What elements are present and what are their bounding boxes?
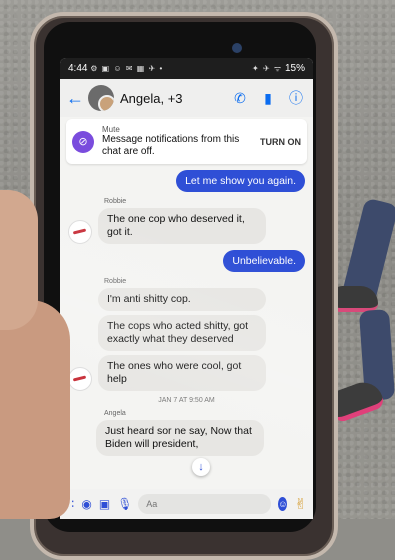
- muted-bell-icon: ⊘: [72, 130, 94, 153]
- signal-icons: ✦ ✈ ᯤ: [252, 64, 283, 73]
- chat-header: ← Angela, +3 ✆ ▮ ⓘ: [60, 79, 313, 117]
- message-input[interactable]: [138, 494, 272, 514]
- quick-reaction-icon[interactable]: ✌: [294, 495, 307, 513]
- back-arrow-icon[interactable]: ←: [66, 88, 84, 109]
- hand-thumb: [0, 300, 70, 519]
- incoming-message[interactable]: The ones who were cool, got help: [98, 355, 266, 391]
- mute-banner: ⊘ Mute Message notifications from this c…: [66, 119, 307, 164]
- message-composer: ∷ ◉ ▣ 🎙 ☺ ✌: [60, 489, 313, 519]
- incoming-message[interactable]: The cops who acted shitty, got exactly w…: [98, 315, 266, 351]
- front-camera: [232, 43, 242, 53]
- scroll-down-arrow-icon[interactable]: ↓: [192, 458, 210, 476]
- incoming-message[interactable]: Just heard sor ne say, Now that Biden wi…: [96, 420, 264, 456]
- status-time: 4:44: [68, 63, 88, 74]
- status-bar: 4:44 ⚙ ▣ ☺ ✉ ▦ ✈ • ✦ ✈ ᯤ 15%: [60, 58, 313, 79]
- phone-screen: 4:44 ⚙ ▣ ☺ ✉ ▦ ✈ • ✦ ✈ ᯤ 15% ← Angela, +…: [60, 58, 313, 519]
- message-row-incoming: The one cop who deserved it, got it.: [68, 208, 305, 244]
- sneaker-upper: [332, 286, 378, 312]
- message-row-outgoing: Unbelievable.: [68, 250, 305, 272]
- message-row-outgoing: Let me show you again.: [68, 170, 305, 192]
- hand-palm: [0, 190, 38, 330]
- camera-icon[interactable]: ◉: [81, 497, 91, 511]
- outgoing-message[interactable]: Unbelievable.: [223, 250, 305, 272]
- turn-on-button[interactable]: TURN ON: [260, 137, 301, 147]
- group-avatar[interactable]: [88, 85, 114, 111]
- microphone-icon[interactable]: 🎙: [117, 497, 132, 511]
- outgoing-message[interactable]: Let me show you again.: [176, 170, 305, 192]
- sender-name: Robbie: [104, 278, 127, 285]
- avatar[interactable]: [68, 367, 92, 391]
- message-thread: Let me show you again. Robbie The one co…: [60, 166, 313, 466]
- mute-title: Mute: [102, 125, 120, 134]
- video-call-icon[interactable]: ▮: [257, 90, 279, 107]
- emoji-icon[interactable]: ☺: [278, 497, 288, 511]
- mute-message: Message notifications from this chat are…: [102, 134, 240, 157]
- message-row-incoming: I'm anti shitty cop. The cops who acted …: [68, 288, 305, 391]
- message-timestamp: JAN 7 AT 9:50 AM: [158, 397, 215, 404]
- notification-icons: ⚙ ▣ ☺ ✉ ▦ ✈ •: [90, 64, 164, 73]
- incoming-message[interactable]: I'm anti shitty cop.: [98, 288, 266, 311]
- gallery-icon[interactable]: ▣: [99, 497, 110, 511]
- phone-call-icon[interactable]: ✆: [229, 90, 251, 107]
- chat-title[interactable]: Angela, +3: [120, 91, 223, 106]
- avatar[interactable]: [68, 220, 92, 244]
- message-row-incoming: Just heard sor ne say, Now that Biden wi…: [68, 420, 305, 456]
- sender-name: Angela: [104, 410, 126, 417]
- info-icon[interactable]: ⓘ: [285, 88, 307, 108]
- sender-name: Robbie: [104, 198, 127, 205]
- incoming-message[interactable]: The one cop who deserved it, got it.: [98, 208, 266, 244]
- battery-level: 15%: [284, 63, 305, 74]
